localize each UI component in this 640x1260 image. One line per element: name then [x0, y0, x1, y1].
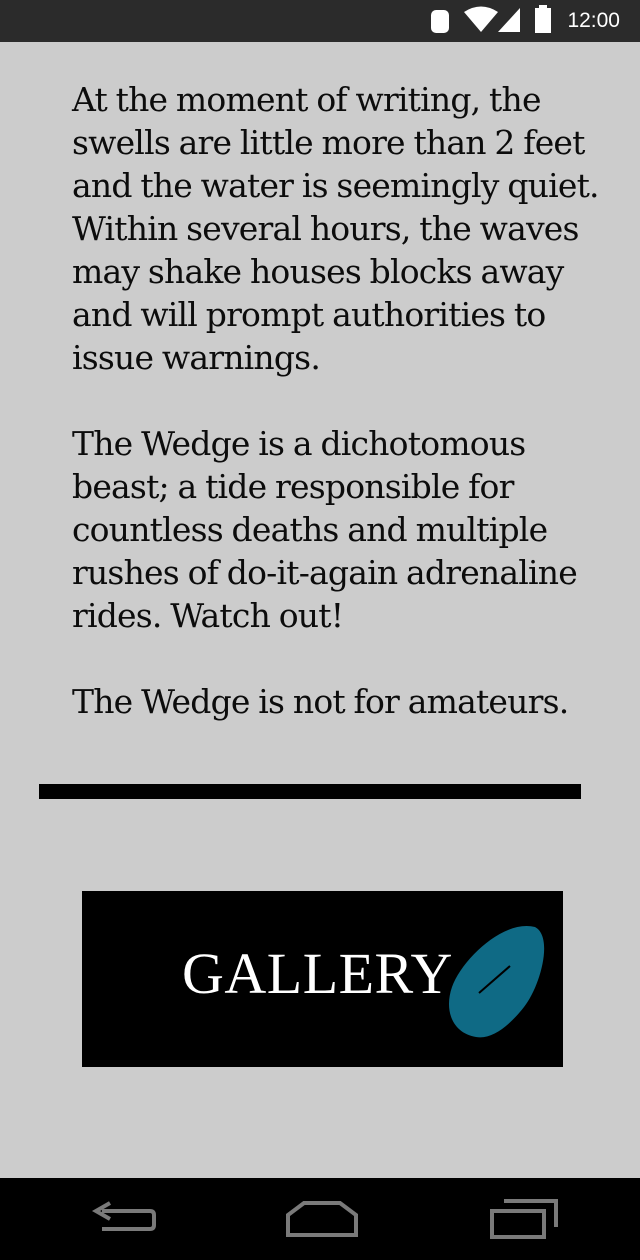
back-icon	[91, 1201, 156, 1231]
gallery-button-label: GALLERY	[182, 941, 453, 1006]
navigation-bar	[0, 1178, 640, 1260]
article-paragraph: The Wedge is a dichotomous beast; a tide…	[72, 424, 578, 635]
recent-apps-button[interactable]	[464, 1178, 584, 1260]
article-content: At the moment of writing, the swells are…	[72, 78, 620, 766]
home-button[interactable]	[262, 1178, 382, 1260]
cell-signal-icon	[498, 8, 520, 32]
home-icon	[286, 1201, 358, 1237]
gallery-button[interactable]: GALLERY	[82, 891, 563, 1067]
status-bar: 12:00	[0, 0, 640, 42]
back-button[interactable]	[62, 1178, 182, 1260]
wifi-icon	[464, 6, 498, 32]
status-time: 12:00	[567, 9, 620, 32]
leaf-icon	[449, 925, 545, 1038]
phone-icon	[431, 10, 449, 33]
article-paragraph: The Wedge is not for amateurs.	[72, 682, 569, 721]
recent-apps-icon	[490, 1199, 558, 1239]
section-divider	[39, 784, 581, 799]
battery-icon	[535, 5, 551, 33]
article-paragraph: At the moment of writing, the swells are…	[72, 80, 600, 377]
